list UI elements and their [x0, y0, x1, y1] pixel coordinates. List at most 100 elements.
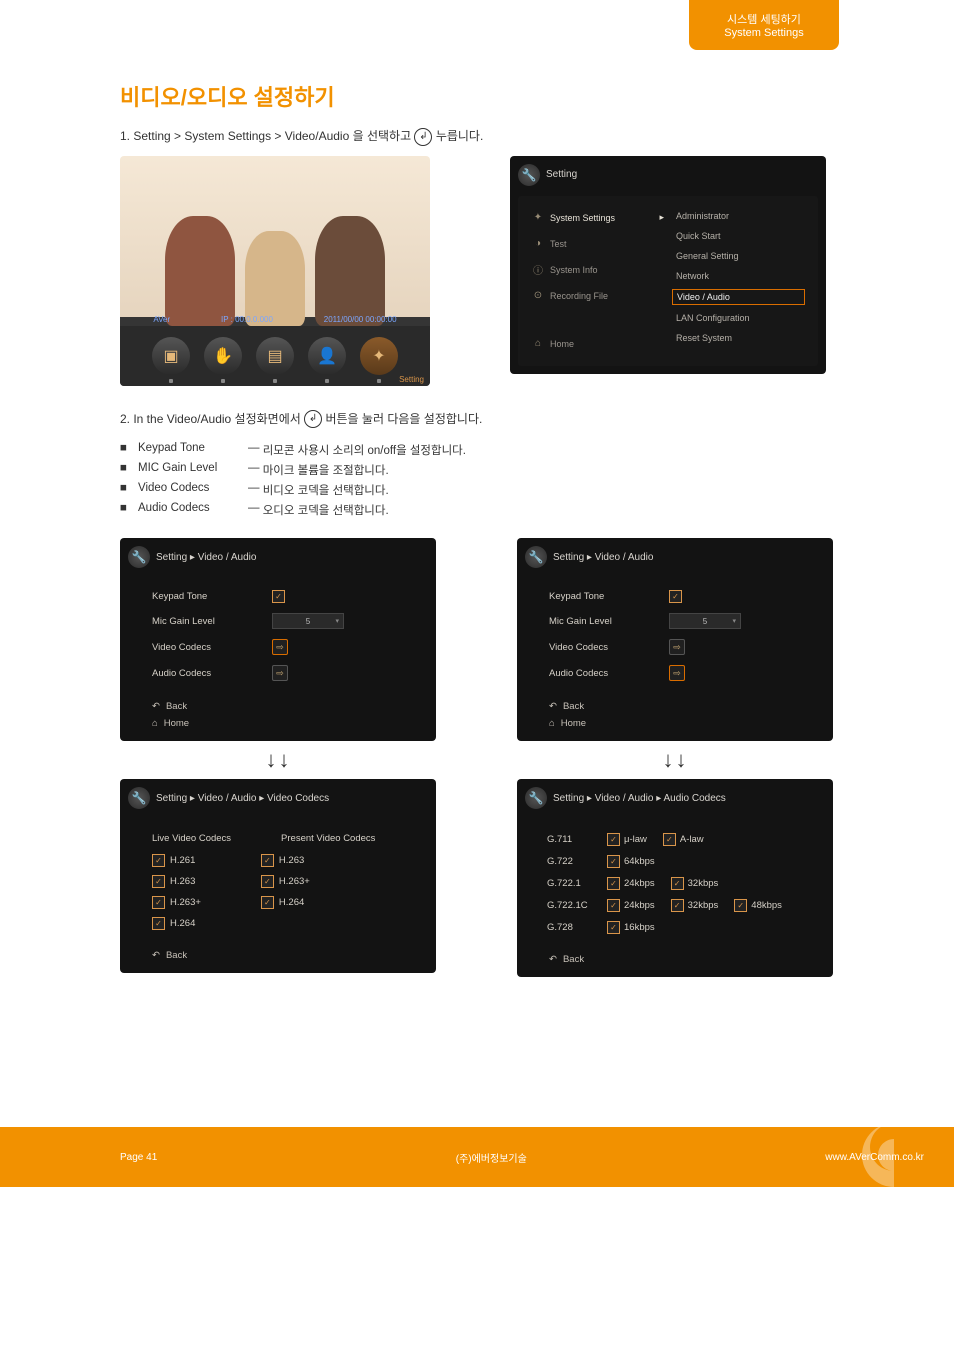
audio-check[interactable]: ✓ [734, 899, 747, 912]
thumb-date: 2011/00/00 00:00:00 [324, 315, 397, 324]
audio-check[interactable]: ✓ [607, 855, 620, 868]
header-pill: 시스템 세팅하기 System Settings [689, 0, 839, 50]
down-arrows: ↓↓ [517, 747, 834, 773]
menu-recording-file[interactable]: ⊙ Recording File [531, 287, 664, 305]
back-icon: ↶ [152, 950, 160, 961]
enter-icon-2: ↲ [304, 410, 322, 428]
audio-check[interactable]: ✓ [607, 833, 620, 846]
label-audio-codecs: Audio Codecs [152, 668, 272, 679]
audio-check[interactable]: ✓ [607, 921, 620, 934]
footer-company: (주)에버정보기술 [456, 1150, 527, 1165]
submenu-general-setting[interactable]: General Setting [672, 249, 805, 263]
info-icon: ⓘ [531, 263, 545, 277]
step-1-number: 1. [120, 129, 133, 143]
label-keypad: Keypad Tone [152, 591, 272, 602]
video-codecs-arrow-icon[interactable]: ⇨ [272, 639, 288, 655]
audio-check[interactable]: ✓ [671, 899, 684, 912]
menu-home[interactable]: ⌂ Home [531, 335, 664, 353]
toolbar-files-icon[interactable]: ▤ [256, 337, 294, 375]
toolbar-hand-icon[interactable]: ✋ [204, 337, 242, 375]
back-button[interactable]: ↶ Back [152, 950, 428, 961]
audio-check[interactable]: ✓ [663, 833, 676, 846]
label-video-codecs: Video Codecs [152, 642, 272, 653]
keypad-checkbox[interactable]: ✓ [669, 590, 682, 603]
wrench-icon: 🔧 [128, 546, 150, 568]
wrench-icon: 🔧 [525, 787, 547, 809]
wrench-icon: 🔧 [518, 164, 540, 186]
panel-breadcrumb: Setting ▸ Video / Audio [156, 552, 256, 563]
menu-system-settings[interactable]: ✦ System Settings ▸ [531, 209, 664, 227]
audio-check[interactable]: ✓ [607, 899, 620, 912]
section-title: 비디오/오디오 설정하기 [120, 80, 834, 112]
bullet-term-1: MIC Gain Level [138, 462, 248, 478]
live-header: Live Video Codecs [152, 833, 231, 844]
footer-page: Page 41 [120, 1152, 157, 1163]
label-video-codecs: Video Codecs [549, 642, 669, 653]
header-kor: 시스템 세팅하기 [724, 11, 803, 27]
home-screen-thumbnail: AVer IP : 00.0.0.000 2011/00/00 00:00:00… [120, 156, 430, 386]
bullet-term-0: Keypad Tone [138, 442, 248, 458]
codec-check[interactable]: ✓ [152, 875, 165, 888]
footer: Page 41 (주)에버정보기술 www.AVerComm.co.kr [0, 1127, 954, 1187]
back-button[interactable]: ↶ Back [152, 701, 428, 712]
step-1: 1. Setting > System Settings > Video/Aud… [120, 127, 834, 146]
video-audio-panel-left: 🔧 Setting ▸ Video / Audio Keypad Tone ✓ … [120, 538, 436, 741]
audio-codecs-panel: 🔧 Setting ▸ Video / Audio ▸ Audio Codecs… [517, 779, 833, 977]
setting-panel-title: Setting [546, 169, 577, 180]
toolbar-cam-icon[interactable]: ▣ [152, 337, 190, 375]
codec-check[interactable]: ✓ [152, 854, 165, 867]
back-icon: ↶ [152, 701, 160, 712]
video-codecs-arrow-icon[interactable]: ⇨ [669, 639, 685, 655]
home-button[interactable]: ⌂ Home [549, 718, 825, 729]
panel-breadcrumb: Setting ▸ Video / Audio [553, 552, 653, 563]
record-icon: ⊙ [531, 289, 545, 303]
bullet-term-3: Audio Codecs [138, 502, 248, 518]
back-button[interactable]: ↶ Back [549, 954, 825, 965]
mic-select[interactable]: 5 [272, 613, 344, 629]
thumb-brand: AVer [153, 315, 170, 324]
audio-check[interactable]: ✓ [671, 877, 684, 890]
submenu-administrator[interactable]: Administrator [672, 209, 805, 223]
panel-breadcrumb: Setting ▸ Video / Audio ▸ Video Codecs [156, 793, 329, 804]
label-keypad: Keypad Tone [549, 591, 669, 602]
gear-icon: ✦ [531, 211, 545, 225]
step-2-number: 2. [120, 412, 133, 426]
home-icon: ⌂ [152, 718, 158, 729]
audio-codecs-arrow-icon[interactable]: ⇨ [272, 665, 288, 681]
bullet-desc-3: 오디오 코덱을 선택합니다. [263, 502, 389, 518]
mic-select[interactable]: 5 [669, 613, 741, 629]
codec-check[interactable]: ✓ [152, 896, 165, 909]
codec-check[interactable]: ✓ [261, 854, 274, 867]
enter-icon: ↲ [414, 128, 432, 146]
menu-system-info[interactable]: ⓘ System Info [531, 261, 664, 279]
audio-codecs-arrow-icon[interactable]: ⇨ [669, 665, 685, 681]
step-2-text-a: In the Video/Audio 설정화면에서 [133, 412, 304, 426]
present-header: Present Video Codecs [281, 833, 375, 844]
codec-check[interactable]: ✓ [261, 875, 274, 888]
submenu-network[interactable]: Network [672, 269, 805, 283]
bullet-term-2: Video Codecs [138, 482, 248, 498]
step-2: 2. In the Video/Audio 설정화면에서 ↲ 버튼을 눌러 다음… [120, 410, 834, 429]
label-audio-codecs: Audio Codecs [549, 668, 669, 679]
keypad-checkbox[interactable]: ✓ [272, 590, 285, 603]
audio-check[interactable]: ✓ [607, 877, 620, 890]
submenu-lan-configuration[interactable]: LAN Configuration [672, 311, 805, 325]
test-icon: ◑ [531, 237, 545, 251]
home-icon: ⌂ [549, 718, 555, 729]
panel-breadcrumb: Setting ▸ Video / Audio ▸ Audio Codecs [553, 793, 726, 804]
toolbar-settings-icon[interactable]: ✦ [360, 337, 398, 375]
codec-check[interactable]: ✓ [261, 896, 274, 909]
down-arrows: ↓↓ [120, 747, 437, 773]
home-button[interactable]: ⌂ Home [152, 718, 428, 729]
video-audio-panel-right: 🔧 Setting ▸ Video / Audio Keypad Tone ✓ … [517, 538, 833, 741]
step-1-text-b: 누릅니다. [436, 129, 484, 143]
submenu-quick-start[interactable]: Quick Start [672, 229, 805, 243]
menu-test[interactable]: ◑ Test [531, 235, 664, 253]
submenu-video-audio[interactable]: Video / Audio [672, 289, 805, 305]
setting-menu-panel: 🔧 Setting ✦ System Settings ▸ ◑ Test ⓘ [510, 156, 826, 374]
codec-check[interactable]: ✓ [152, 917, 165, 930]
submenu-reset-system[interactable]: Reset System [672, 331, 805, 345]
back-button[interactable]: ↶ Back [549, 701, 825, 712]
toolbar-user-icon[interactable]: 👤 [308, 337, 346, 375]
back-icon: ↶ [549, 954, 557, 965]
